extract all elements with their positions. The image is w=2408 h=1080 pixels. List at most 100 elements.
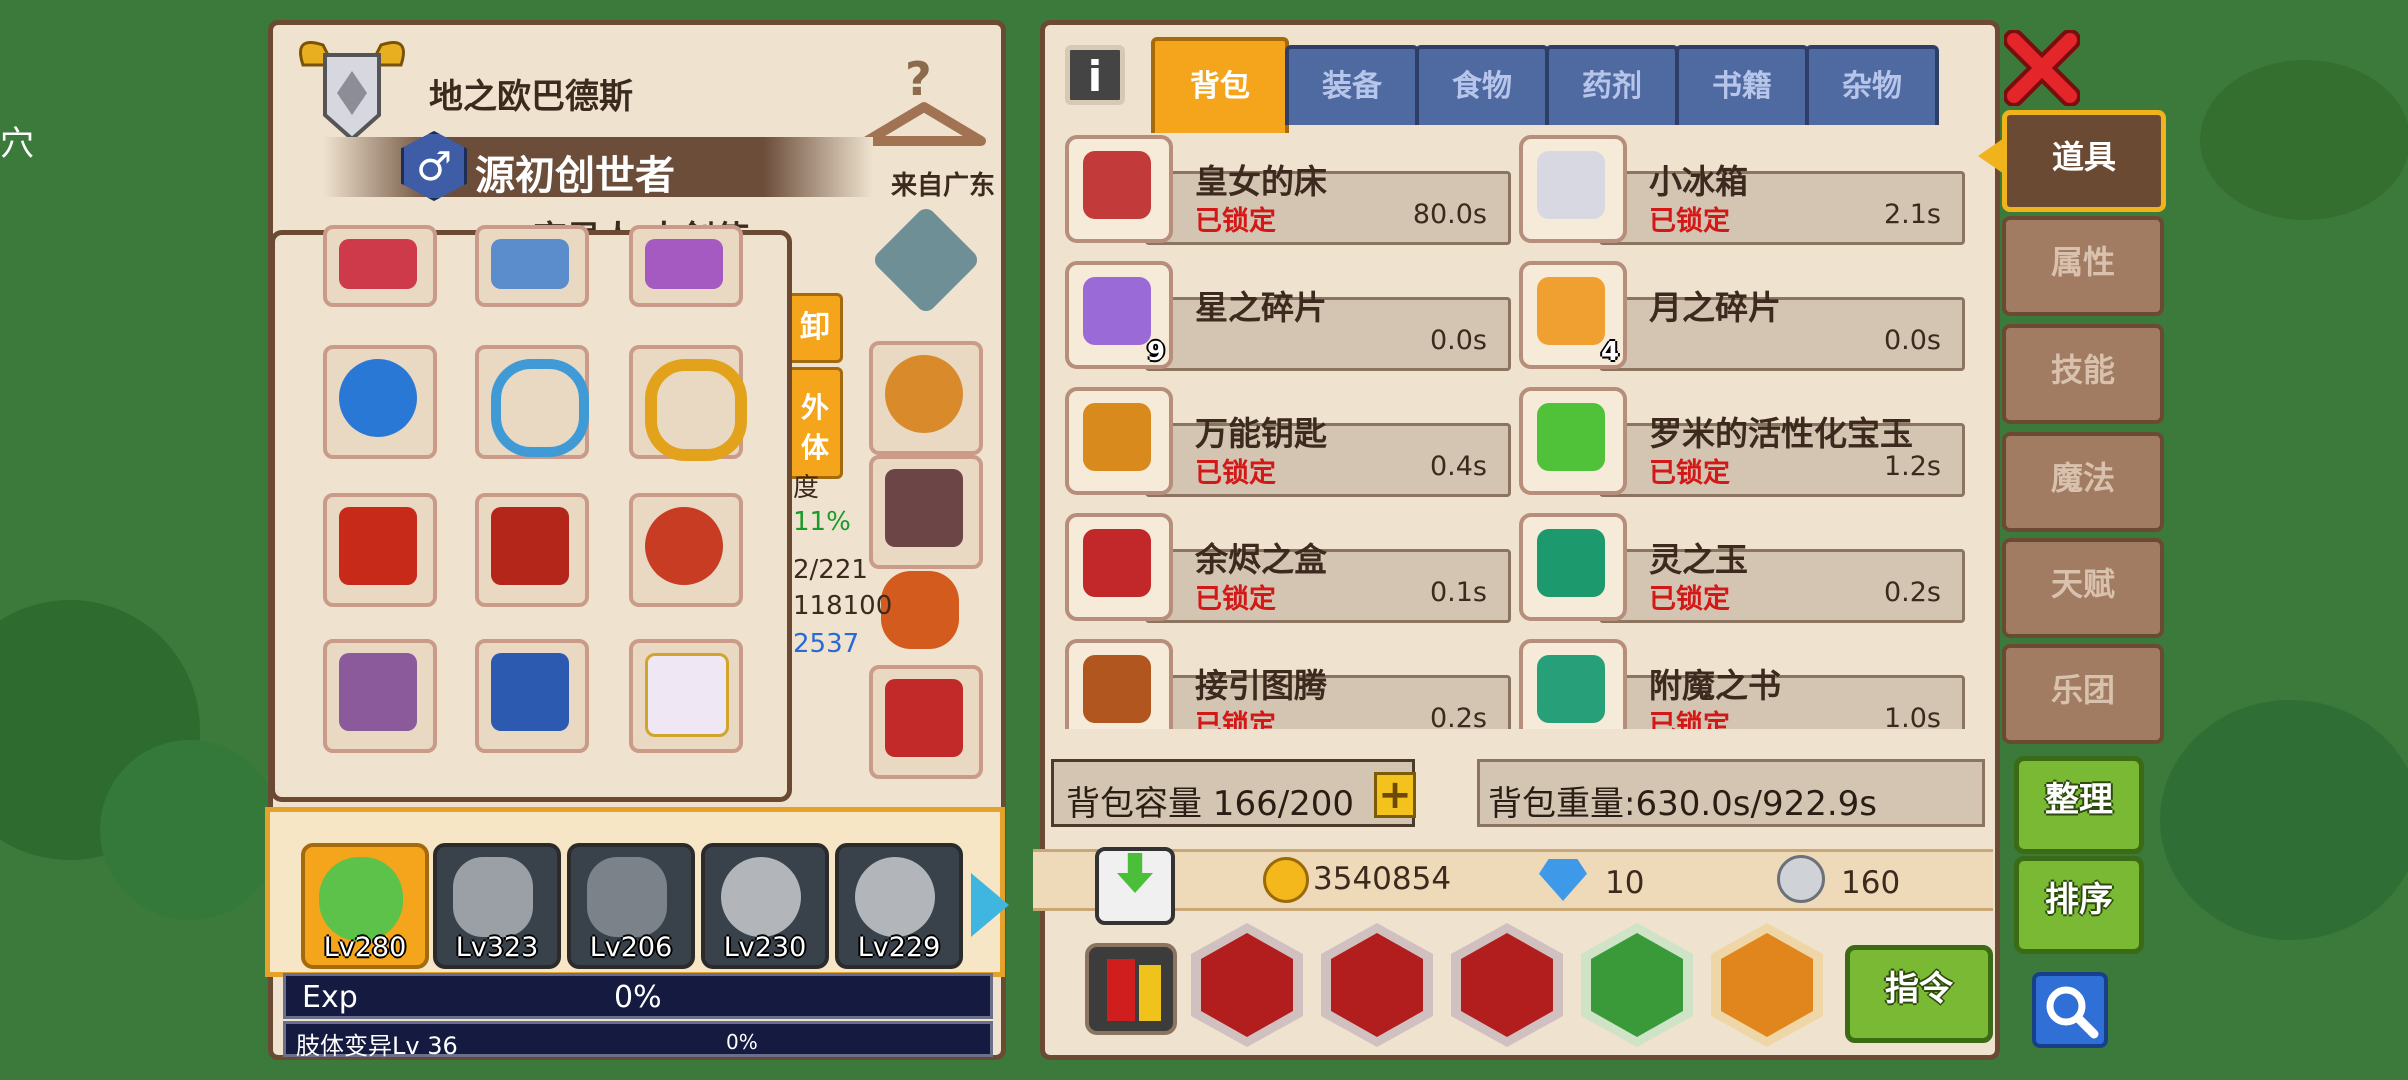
hero-card-5[interactable]: Lv229 [835, 843, 963, 969]
equip-option-eye[interactable] [629, 493, 743, 607]
item-icon-frame [1065, 387, 1173, 495]
side-tab-items[interactable]: 道具 [2002, 110, 2166, 212]
quick-slot-castle[interactable] [1711, 923, 1823, 1047]
inventory-item[interactable]: 星之碎片 0.0s 9 [1065, 261, 1511, 371]
item-weight: 80.0s [1412, 199, 1487, 230]
close-icon[interactable] [2003, 29, 2081, 107]
tab-equipment[interactable]: 装备 [1285, 45, 1419, 125]
item-weight: 1.2s [1883, 451, 1941, 482]
side-tab-attributes[interactable]: 属性 [2002, 216, 2164, 316]
exp-bar: Exp 0% [283, 973, 993, 1019]
equip-option-helmet[interactable] [475, 225, 589, 307]
command-button[interactable]: 指令 [1845, 945, 1993, 1043]
side-tab-talent[interactable]: 天赋 [2002, 538, 2164, 638]
inventory-item[interactable]: 万能钥匙 已锁定 0.4s [1065, 387, 1511, 497]
tab-books[interactable]: 书籍 [1675, 45, 1809, 125]
tab-potion[interactable]: 药剂 [1545, 45, 1679, 125]
equip-slot-rings[interactable] [869, 341, 983, 455]
item-name: 灵之玉 [1649, 540, 1748, 579]
hero-level: Lv229 [857, 932, 941, 963]
equip-option-dragon[interactable] [323, 493, 437, 607]
item-weight: 1.0s [1883, 703, 1941, 729]
item-weight: 0.2s [1883, 577, 1941, 608]
quick-slot-ember-box[interactable] [1451, 923, 1563, 1047]
gold-collar-icon [645, 359, 747, 461]
equip-option-cape[interactable] [323, 639, 437, 753]
mutation-percent: 0% [726, 1030, 758, 1054]
stat-fragment-5: 2537 [793, 629, 860, 659]
sort-button[interactable]: 排序 [2014, 856, 2144, 954]
item-name: 罗米的活性化宝玉 [1649, 414, 1913, 453]
exp-percent: 0% [614, 980, 662, 1015]
item-locked-label: 已锁定 [1195, 584, 1276, 615]
hero-card-2[interactable]: Lv323 [433, 843, 561, 969]
item-icon-frame [1519, 513, 1627, 621]
fridge-icon [1537, 151, 1605, 219]
hero-portrait-horned-icon [453, 857, 533, 937]
inventory-item[interactable]: 皇女的床 已锁定 80.0s [1065, 135, 1511, 245]
item-weight: 0.0s [1429, 325, 1487, 356]
item-name: 附魔之书 [1649, 666, 1781, 705]
inventory-item[interactable]: 接引图腾 已锁定 0.2s [1065, 639, 1511, 729]
unequip-button-fragment[interactable]: 卸 [787, 293, 843, 363]
hero-card-4[interactable]: Lv230 [701, 843, 829, 969]
wardrobe-hanger-icon[interactable]: ? [857, 45, 991, 165]
search-icon[interactable] [2032, 972, 2108, 1048]
hero-portrait-wolf-icon [587, 857, 667, 937]
enchant-book-icon [1537, 655, 1605, 723]
number-slots-button[interactable] [1085, 943, 1177, 1035]
inventory-item[interactable]: 附魔之书已锁定 1.0s [1519, 639, 1965, 729]
equip-slot-amulet[interactable] [870, 204, 982, 317]
organize-button[interactable]: 整理 [2014, 756, 2144, 854]
hero-card-1[interactable]: Lv280 [301, 843, 429, 969]
character-name: 地之欧巴德斯 [429, 77, 633, 117]
equip-option-anchor[interactable] [323, 345, 437, 459]
info-icon[interactable]: i [1065, 45, 1125, 105]
equip-option-boots[interactable] [475, 639, 589, 753]
inventory-item[interactable]: 余烬之盒 已锁定 0.1s [1065, 513, 1511, 623]
equip-option-cloak[interactable] [475, 493, 589, 607]
tab-food[interactable]: 食物 [1415, 45, 1549, 125]
unequip-button-label: 卸 [800, 310, 830, 345]
item-name: 余烬之盒 [1195, 540, 1327, 579]
red-chest-bed-icon [1083, 151, 1151, 219]
character-title: 源初创世者 [475, 153, 675, 199]
inventory-item[interactable]: 罗米的活性化宝玉 已锁定 1.2s [1519, 387, 1965, 497]
map-label-fragment: 穴 [0, 124, 34, 164]
inventory-item[interactable]: 灵之玉已锁定 0.2s [1519, 513, 1965, 623]
item-locked-label: 已锁定 [1649, 710, 1730, 729]
quick-slot-bed[interactable] [1191, 923, 1303, 1047]
expand-capacity-button[interactable]: + [1374, 772, 1416, 818]
hero-card-3[interactable]: Lv206 [567, 843, 695, 969]
side-tab-magic[interactable]: 魔法 [2002, 432, 2164, 532]
equip-option-collar[interactable] [629, 345, 747, 461]
hero-level: Lv230 [723, 932, 807, 963]
appearance-button-fragment[interactable]: 外体 [787, 367, 843, 479]
storage-download-icon[interactable] [1095, 847, 1175, 925]
gold-amount: 3540854 [1313, 861, 1452, 897]
spirit-jade-icon [1537, 529, 1605, 597]
quick-slot-fridge[interactable] [1321, 923, 1433, 1047]
quick-slot-skill[interactable] [1581, 923, 1693, 1047]
item-count: 9 [1147, 337, 1166, 367]
tab-backpack[interactable]: 背包 [1151, 37, 1289, 133]
side-tab-band[interactable]: 乐团 [2002, 644, 2164, 744]
equip-option-chest[interactable] [323, 225, 437, 307]
tab-misc[interactable]: 杂物 [1805, 45, 1939, 125]
exp-label: Exp [302, 980, 358, 1015]
capacity-box: 背包容量 166/200 + [1051, 759, 1416, 827]
inventory-item[interactable]: 小冰箱 已锁定 2.1s [1519, 135, 1965, 245]
hero-next-arrow-icon[interactable] [971, 873, 1009, 937]
equip-option-ring[interactable] [475, 345, 589, 459]
side-tab-skills[interactable]: 技能 [2002, 324, 2164, 424]
equip-option-robe[interactable] [629, 639, 743, 753]
equip-option-purple[interactable] [629, 225, 743, 307]
item-locked-label: 已锁定 [1649, 584, 1730, 615]
red-cloak-icon [491, 507, 569, 585]
equip-slot-demon[interactable] [869, 665, 983, 779]
inventory-item[interactable]: 月之碎片 0.0s 4 [1519, 261, 1965, 371]
inventory-panel: i 背包 装备 食物 药剂 书籍 杂物 皇女的床 已锁定 80.0s 小冰箱 已锁定 2.… [1033, 20, 2000, 1060]
equip-slot-helm[interactable] [869, 455, 983, 569]
hero-level: Lv280 [323, 932, 407, 963]
item-icon-frame [1065, 135, 1173, 243]
